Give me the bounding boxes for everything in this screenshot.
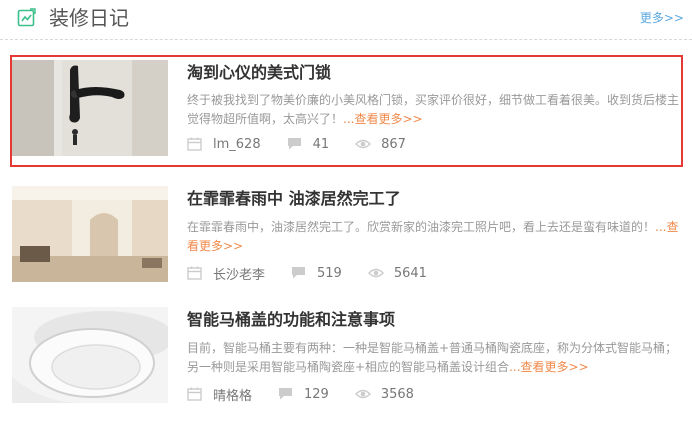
item-description: 在霏霏春雨中，油漆居然完工了。欣赏新家的油漆完工照片吧，看上去还是蛮有味道的！.… [187, 218, 681, 256]
diary-icon [17, 8, 37, 28]
list-item[interactable]: 淘到心仪的美式门锁 终于被我找到了物美价廉的小美风格门锁，买家评价很好，细节做工… [10, 55, 683, 167]
comment-count: 129 [304, 386, 329, 402]
item-title[interactable]: 在霏霏春雨中 油漆居然完工了 [187, 188, 401, 210]
comment-icon [287, 137, 303, 151]
description-text: 在霏霏春雨中，油漆居然完工了。欣赏新家的油漆完工照片吧，看上去还是蛮有味道的！ [187, 220, 656, 234]
read-more-link[interactable]: ...查看更多>> [509, 360, 589, 374]
comment-icon [278, 387, 294, 401]
comment-count: 519 [317, 265, 342, 281]
comment-icon [291, 266, 307, 280]
item-meta: 长沙老李 519 5641 [187, 264, 453, 283]
eye-icon [355, 137, 372, 151]
comment-count: 41 [312, 136, 330, 152]
author-name: 晴格格 [213, 388, 253, 404]
calendar-icon [187, 387, 203, 401]
toilet-seat-thumbnail[interactable] [12, 307, 168, 403]
description-text: 终于被我找到了物美价廉的小美风格门锁，买家评价很好，细节做工看着很美。收到货后楼… [187, 93, 680, 126]
item-title[interactable]: 淘到心仪的美式门锁 [187, 62, 331, 84]
eye-icon [354, 387, 371, 401]
item-description: 终于被我找到了物美价廉的小美风格门锁，买家评价很好，细节做工看着很美。收到货后楼… [187, 91, 681, 129]
calendar-icon [187, 266, 203, 280]
painted-room-thumbnail[interactable] [12, 186, 168, 282]
door-lock-thumbnail[interactable] [12, 60, 168, 156]
section-title: 装修日记 [49, 6, 129, 30]
author-name: 长沙老李 [213, 267, 266, 283]
view-count: 3568 [380, 386, 414, 402]
eye-icon [367, 266, 384, 280]
section-header: 装修日记 更多>> [0, 0, 692, 40]
view-count: 867 [381, 136, 406, 152]
list-item[interactable]: 智能马桶盖的功能和注意事项 目前，智能马桶主要有两种：一种是智能马桶盖+普通马桶… [10, 303, 683, 415]
item-meta: 晴格格 129 3568 [187, 385, 440, 404]
list-item[interactable]: 在霏霏春雨中 油漆居然完工了 在霏霏春雨中，油漆居然完工了。欣赏新家的油漆完工照… [10, 182, 683, 294]
calendar-icon [187, 137, 203, 151]
read-more-link[interactable]: ...查看更多>> [343, 112, 423, 126]
author-name: lm_628 [213, 136, 261, 152]
more-link[interactable]: 更多>> [640, 10, 684, 26]
view-count: 5641 [393, 265, 427, 281]
item-description: 目前，智能马桶主要有两种：一种是智能马桶盖+普通马桶陶瓷底座，称为分体式智能马桶… [187, 339, 681, 377]
item-meta: lm_628 41 867 [187, 135, 432, 153]
description-text: 目前，智能马桶主要有两种：一种是智能马桶盖+普通马桶陶瓷底座，称为分体式智能马桶… [187, 341, 678, 374]
item-title[interactable]: 智能马桶盖的功能和注意事项 [187, 309, 395, 331]
